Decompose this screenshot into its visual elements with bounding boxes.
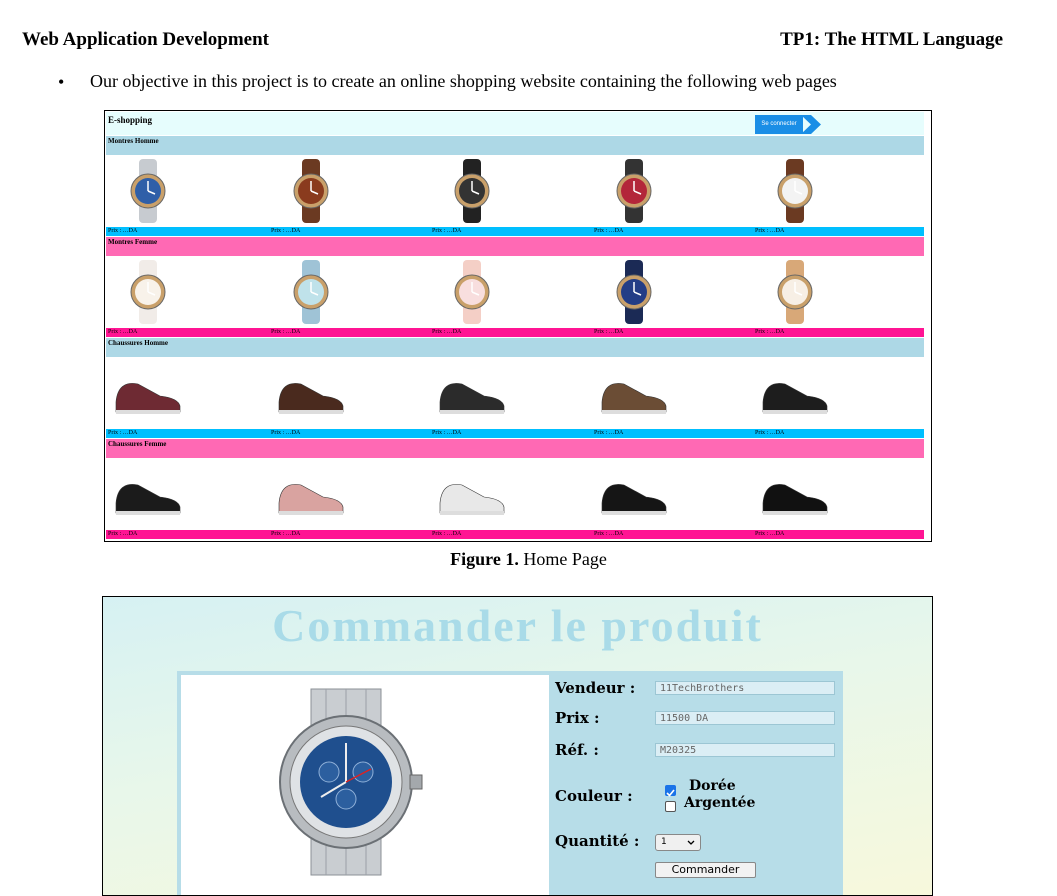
- connect-button[interactable]: Se connecter: [755, 115, 803, 134]
- quantite-select[interactable]: 1: [655, 834, 701, 851]
- price-label: Prix : …DA: [594, 329, 624, 335]
- price-label: Prix : …DA: [432, 228, 462, 234]
- home-topbar: E-shopping Se connecter: [106, 112, 924, 135]
- price-label: Prix : …DA: [108, 228, 138, 234]
- price-label: Prix : …DA: [271, 228, 301, 234]
- price-label: Prix : …DA: [271, 531, 301, 537]
- price-bar: Prix : …DA Prix : …DA Prix : …DA Prix : …DA…: [106, 429, 924, 438]
- doc-header-right: TP1: The HTML Language: [780, 29, 1003, 50]
- man-shoe-black-runner-icon[interactable]: [755, 358, 835, 428]
- chevron-right-icon: [801, 115, 821, 134]
- price-label: Prix : …DA: [755, 531, 785, 537]
- man-shoe-black-hiker-icon[interactable]: [432, 358, 512, 428]
- ref-label: Réf. :: [555, 741, 599, 759]
- brand-title: E-shopping: [108, 115, 153, 125]
- man-shoe-brown-boot-icon[interactable]: [594, 358, 674, 428]
- price-label: Prix : …DA: [594, 430, 624, 436]
- price-label: Prix : …DA: [108, 531, 138, 537]
- order-panel: Vendeur : 11TechBrothers Prix : 11500 DA…: [177, 671, 843, 895]
- doree-label: Dorée: [689, 778, 736, 794]
- woman-watch-navy-gold-icon[interactable]: [594, 257, 674, 327]
- man-shoe-brown-derby-icon[interactable]: [271, 358, 351, 428]
- price-label: Prix : …DA: [432, 430, 462, 436]
- checkmark-icon: [666, 789, 675, 797]
- man-watch-white-chrono-icon[interactable]: [755, 156, 835, 226]
- price-label: Prix : …DA: [594, 228, 624, 234]
- section-3: Chaussures Femme Prix : …DA Prix : …DA Pri…: [106, 439, 924, 539]
- price-bar: Prix : …DA Prix : …DA Prix : …DA Prix : …DA…: [106, 530, 924, 539]
- woman-shoe-black-loafer-icon[interactable]: [755, 459, 835, 529]
- category-title: Montres Femme: [106, 237, 924, 256]
- category-title: Chaussures Femme: [106, 439, 924, 458]
- watch-image-icon: [279, 688, 423, 876]
- price-label: Prix : …DA: [108, 329, 138, 335]
- vendeur-label: Vendeur :: [555, 679, 636, 697]
- price-label: Prix : …DA: [108, 430, 138, 436]
- vendeur-field[interactable]: 11TechBrothers: [655, 681, 835, 695]
- woman-shoe-white-sneaker-icon[interactable]: [432, 459, 512, 529]
- man-watch-silver-blue-icon[interactable]: [108, 156, 188, 226]
- section-2: Chaussures Homme Prix : …DA Prix : …DA Pri…: [106, 338, 924, 438]
- price-label: Prix : …DA: [755, 329, 785, 335]
- home-page-figure: E-shopping Se connecter Montres Homme Pr…: [104, 110, 932, 542]
- ref-field[interactable]: M20325: [655, 743, 835, 757]
- woman-watch-light-blue-icon[interactable]: [271, 257, 351, 327]
- woman-watch-pink-icon[interactable]: [432, 257, 512, 327]
- argentee-label: Argentée: [684, 795, 756, 811]
- order-title: Commander le produit: [272, 600, 763, 651]
- woman-shoe-pink-sneaker-icon[interactable]: [271, 459, 351, 529]
- woman-watch-white-strap-icon[interactable]: [108, 257, 188, 327]
- woman-watch-gold-bracelet-icon[interactable]: [755, 257, 835, 327]
- woman-shoe-black-combat-icon[interactable]: [594, 459, 674, 529]
- prix-field[interactable]: 11500 DA: [655, 711, 835, 725]
- category-title: Montres Homme: [106, 136, 924, 155]
- section-0: Montres Homme Prix : …DA Prix : …DA Prix :…: [106, 136, 924, 236]
- argentee-checkbox[interactable]: [665, 801, 676, 812]
- price-label: Prix : …DA: [271, 430, 301, 436]
- quantite-label: Quantité :: [555, 832, 640, 850]
- price-label: Prix : …DA: [755, 430, 785, 436]
- price-label: Prix : …DA: [432, 531, 462, 537]
- price-bar: Prix : …DA Prix : …DA Prix : …DA Prix : …DA…: [106, 227, 924, 236]
- price-label: Prix : …DA: [271, 329, 301, 335]
- bullet-text: Our objective in this project is to crea…: [90, 71, 837, 91]
- product-image: [181, 675, 549, 895]
- chevron-down-icon: [687, 840, 695, 845]
- doree-checkbox[interactable]: [665, 785, 676, 797]
- man-watch-brown-leather-icon[interactable]: [271, 156, 351, 226]
- section-1: Montres Femme Prix : …DA Prix : …DA Prix :…: [106, 237, 924, 337]
- category-title: Chaussures Homme: [106, 338, 924, 357]
- price-label: Prix : …DA: [755, 228, 785, 234]
- woman-shoe-black-boot-icon[interactable]: [108, 459, 188, 529]
- doc-header-left: Web Application Development: [22, 29, 270, 50]
- man-watch-black-digital-icon[interactable]: [432, 156, 512, 226]
- commander-button[interactable]: Commander: [655, 862, 756, 878]
- order-page-figure: Commander le produit Vendeur: 11TechBro…: [102, 596, 933, 896]
- price-label: Prix : …DA: [432, 329, 462, 335]
- couleur-label: Couleur :: [555, 787, 633, 805]
- figure1-caption: Figure 1. Home Page: [450, 549, 607, 569]
- price-bar: Prix : …DA Prix : …DA Prix : …DA Prix : …DA…: [106, 328, 924, 337]
- man-watch-red-dial-icon[interactable]: [594, 156, 674, 226]
- man-shoe-burgundy-sneaker-icon[interactable]: [108, 358, 188, 428]
- bullet-icon: •: [58, 72, 65, 92]
- prix-label: Prix :: [555, 709, 600, 727]
- price-label: Prix : …DA: [594, 531, 624, 537]
